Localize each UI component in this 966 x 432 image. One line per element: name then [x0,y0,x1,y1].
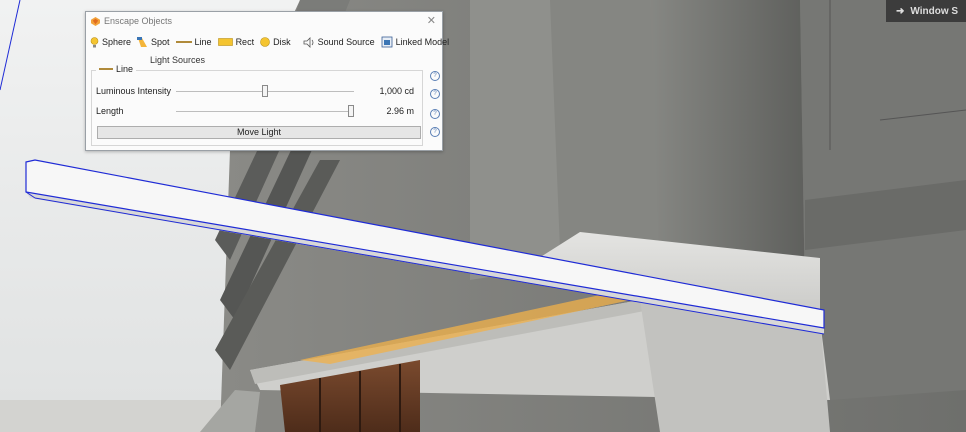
bulb-icon [90,36,99,47]
light-sources-label: Light Sources [150,55,206,65]
enscape-objects-panel: Enscape Objects ✕ Sphere Spot Line Rect … [85,11,449,151]
help-icon[interactable]: ? [430,89,440,99]
length-row: Length 2.96 m [96,104,418,118]
enscape-logo-icon [91,16,100,26]
line-settings-group: Line Luminous Intensity 1,000 cd Length … [91,64,423,146]
sphere-tool-button[interactable]: Sphere [90,36,131,48]
linked-model-button[interactable]: Linked Model [381,36,449,48]
window-button-label: Window S [910,5,959,17]
length-value: 2.96 m [386,106,414,116]
speaker-icon [303,36,313,48]
window-button[interactable]: ➜ Window S [886,0,966,22]
disk-tool-button[interactable]: Disk [260,37,291,47]
panel-title: Enscape Objects [104,16,173,26]
sound-source-button[interactable]: Sound Source [303,36,375,48]
length-slider[interactable] [176,104,354,117]
help-icon[interactable]: ? [430,127,440,137]
rect-light-icon [217,38,233,46]
close-icon[interactable]: ✕ [427,14,436,27]
length-label: Length [96,106,124,116]
luminous-intensity-row: Luminous Intensity 1,000 cd [96,84,418,98]
disk-light-icon [260,37,270,47]
luminous-intensity-slider[interactable] [176,84,354,97]
move-light-button[interactable]: Move Light [97,126,421,139]
panel-title-bar: Enscape Objects [91,16,172,26]
luminous-intensity-value: 1,000 cd [379,86,414,96]
line-light-icon [99,68,113,70]
linked-model-icon [381,36,393,48]
group-title: Line [96,64,137,74]
length-thumb[interactable] [348,104,354,117]
rect-tool-button[interactable]: Rect [217,37,254,47]
help-icon[interactable]: ? [430,109,440,119]
spot-tool-button[interactable]: Spot [137,36,170,48]
tool-bar: Sphere Spot Line Rect Disk Sound Source … [90,35,449,49]
luminous-intensity-label: Luminous Intensity [96,86,172,96]
arrow-right-icon: ➜ [896,5,905,17]
line-light-icon [175,41,192,43]
help-icon[interactable]: ? [430,71,440,81]
line-tool-button[interactable]: Line [175,37,212,47]
spotlight-icon [137,36,148,47]
luminous-intensity-thumb[interactable] [262,84,268,97]
